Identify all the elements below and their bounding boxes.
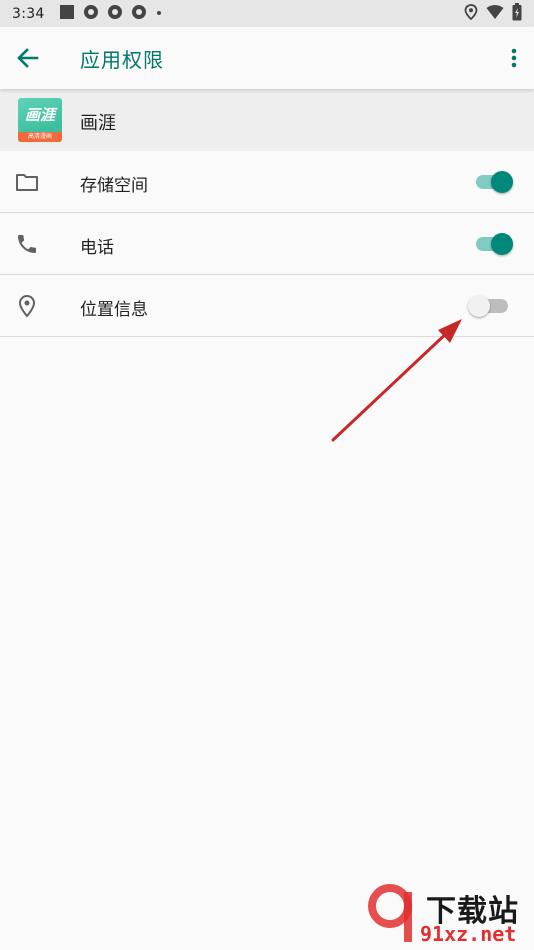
permission-label: 位置信息 [80,300,148,320]
watermark-logo-icon [368,884,412,942]
phone-icon [15,232,39,256]
aperture-icon [131,4,147,24]
aperture-icon [107,4,123,24]
permission-row-storage[interactable]: 存储空间 [0,151,534,213]
app-logo: 画涯 高清漫画 [18,98,62,142]
app-bar: 应用权限 [0,27,534,89]
location-pin-icon [464,3,478,24]
status-bar: 3:34 [0,0,534,27]
arrow-left-icon[interactable] [14,44,42,72]
more-vert-icon[interactable] [510,46,518,70]
app-logo-text: 画涯 [24,106,55,124]
permission-toggle-location[interactable] [468,294,514,318]
status-time: 3:34 [12,5,45,22]
watermark: 下载站 91xz.net [368,882,534,950]
folder-icon [15,170,39,194]
aperture-icon [83,4,99,24]
stop-square-icon [59,4,75,24]
app-name: 画涯 [80,113,116,134]
dot-icon [155,4,163,24]
permission-row-phone[interactable]: 电话 [0,213,534,275]
permission-toggle-phone[interactable] [474,232,514,256]
location-pin-icon [15,294,39,318]
permission-row-location[interactable]: 位置信息 [0,275,534,337]
permission-label: 电话 [80,238,114,258]
permission-toggle-storage[interactable] [474,170,514,194]
app-header: 画涯 高清漫画 画涯 [0,89,534,151]
watermark-url: 91xz.net [420,922,517,946]
page-title: 应用权限 [80,48,164,72]
app-logo-band: 高清漫画 [18,132,62,142]
toggle-thumb [491,171,513,193]
toggle-thumb [491,233,513,255]
toggle-thumb [468,295,490,317]
battery-icon [512,2,522,25]
permission-label: 存储空间 [80,176,148,196]
wifi-icon [486,4,504,24]
